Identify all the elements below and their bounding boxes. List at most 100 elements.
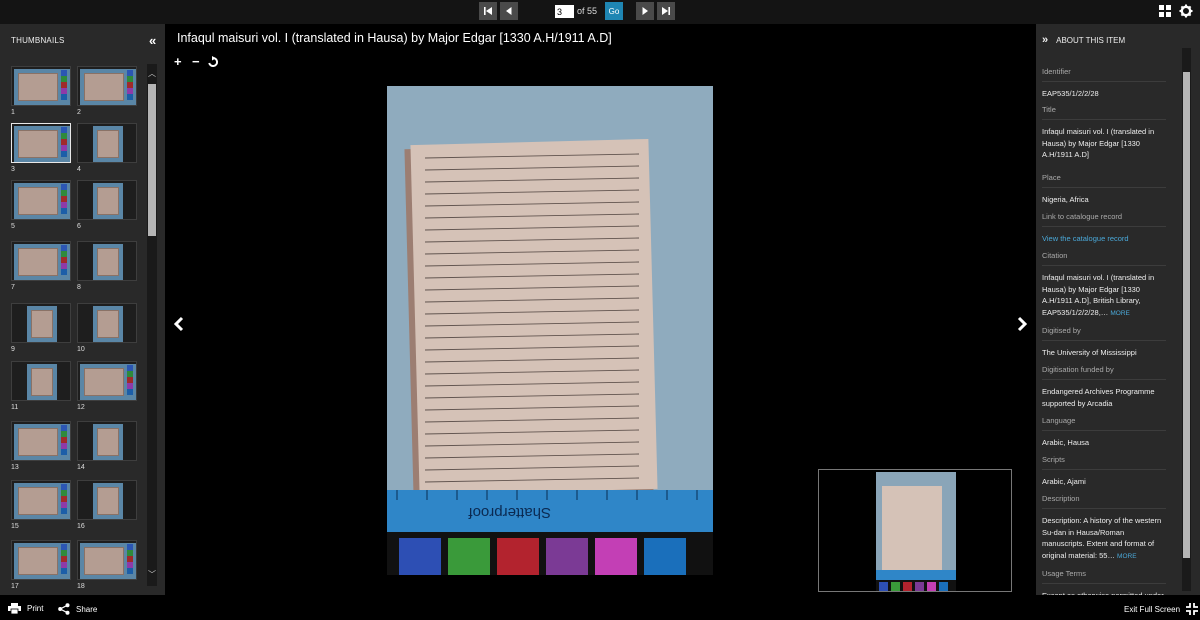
field-value-text: Nigeria, Africa bbox=[1042, 195, 1089, 204]
field-label: Title bbox=[1042, 105, 1166, 120]
thumbnail-number: 13 bbox=[11, 464, 19, 471]
share-label: Share bbox=[76, 604, 98, 614]
about-field: Citation Infaqul maisuri vol. I (translat… bbox=[1042, 251, 1166, 319]
field-value-text: The University of Mississippi bbox=[1042, 348, 1137, 357]
thumbnail-page bbox=[18, 428, 58, 456]
image-overview-navigator[interactable] bbox=[818, 469, 1012, 592]
thumbnail-page bbox=[31, 310, 53, 338]
thumbnail-15[interactable] bbox=[11, 480, 71, 520]
about-field: Title Infaqul maisuri vol. I (translated … bbox=[1042, 105, 1166, 161]
zoom-out-button[interactable]: − bbox=[192, 54, 200, 69]
more-link[interactable]: MORE bbox=[1110, 310, 1130, 317]
thumbnail-7[interactable] bbox=[11, 241, 71, 281]
thumbnail-page bbox=[31, 368, 53, 396]
color-card bbox=[61, 484, 67, 514]
about-field: Description Description: A history of the… bbox=[1042, 494, 1166, 562]
thumbnail-11[interactable] bbox=[11, 361, 71, 401]
thumbnail-number: 18 bbox=[77, 583, 85, 590]
print-button[interactable]: Print bbox=[8, 603, 43, 614]
thumbnail-number: 17 bbox=[11, 583, 19, 590]
thumbnail-page bbox=[97, 487, 119, 515]
exit-fullscreen-button[interactable]: Exit Full Screen bbox=[1124, 603, 1199, 615]
thumbnail-page bbox=[18, 187, 58, 215]
share-icon bbox=[58, 603, 70, 615]
thumbnail-2[interactable] bbox=[77, 66, 137, 106]
scroll-up-icon[interactable]: ︿ bbox=[148, 68, 156, 79]
thumbnail-page bbox=[84, 547, 124, 575]
share-button[interactable]: Share bbox=[58, 603, 97, 615]
printer-icon bbox=[8, 603, 21, 614]
thumbnail-number: 2 bbox=[77, 109, 81, 116]
next-page-button[interactable] bbox=[636, 2, 654, 20]
thumbnails-panel: THUMBNAILS « 1 2 3 4 5 6 7 8 9 10 11 12 13 14 15 16 17 18… bbox=[0, 24, 165, 595]
thumbnail-page bbox=[97, 130, 119, 158]
about-field: Usage TermsExcept as otherwise permitted… bbox=[1042, 569, 1166, 595]
thumbnail-page bbox=[97, 248, 119, 276]
field-label: Link to catalogue record bbox=[1042, 212, 1166, 227]
expand-about-icon[interactable]: » bbox=[1042, 34, 1048, 46]
about-field: Link to catalogue record View the catalog… bbox=[1042, 212, 1166, 245]
thumbnail-14[interactable] bbox=[77, 421, 137, 461]
field-label: Language bbox=[1042, 416, 1166, 431]
field-value-text: Endangered Archives Programme supported … bbox=[1042, 387, 1155, 408]
scroll-down-icon[interactable]: ﹀ bbox=[148, 569, 156, 580]
field-label: Digitised by bbox=[1042, 326, 1166, 341]
go-button[interactable]: Go bbox=[605, 2, 623, 20]
field-value: Nigeria, Africa bbox=[1042, 188, 1166, 206]
page-number-input[interactable] bbox=[555, 5, 574, 18]
thumbnail-17[interactable] bbox=[11, 540, 71, 580]
thumbnail-12[interactable] bbox=[77, 361, 137, 401]
overview-thumbnail bbox=[876, 472, 956, 591]
thumbnail-9[interactable] bbox=[11, 303, 71, 343]
first-page-button[interactable] bbox=[479, 2, 497, 20]
catalogue-record-link[interactable]: View the catalogue record bbox=[1042, 227, 1166, 245]
field-value: Endangered Archives Programme supported … bbox=[1042, 380, 1166, 409]
prev-page-button[interactable] bbox=[500, 2, 518, 20]
thumbnail-number: 6 bbox=[77, 223, 81, 230]
field-value-text: EAP535/1/2/2/28 bbox=[1042, 89, 1099, 98]
more-link[interactable]: MORE bbox=[1117, 553, 1137, 560]
rotate-icon[interactable] bbox=[207, 56, 219, 68]
thumbnail-5[interactable] bbox=[11, 180, 71, 220]
last-page-button[interactable] bbox=[657, 2, 675, 20]
thumbnails-scrollbar-thumb[interactable] bbox=[148, 84, 156, 236]
field-value: Infaqul maisuri vol. I (translated in Ha… bbox=[1042, 266, 1166, 319]
thumbnail-4[interactable] bbox=[77, 123, 137, 163]
thumbnail-page bbox=[18, 487, 58, 515]
thumbnail-1[interactable] bbox=[11, 66, 71, 106]
field-label: Scripts bbox=[1042, 455, 1166, 470]
thumbnail-8[interactable] bbox=[77, 241, 137, 281]
color-card bbox=[61, 245, 67, 275]
manuscript-image[interactable]: Shatterproof bbox=[387, 86, 713, 575]
thumbnail-page bbox=[18, 73, 58, 101]
next-image-arrow-icon[interactable] bbox=[1016, 316, 1028, 332]
about-field: Language Arabic, Hausa bbox=[1042, 416, 1166, 449]
settings-icon[interactable] bbox=[1179, 4, 1193, 18]
thumbnail-number: 16 bbox=[77, 523, 85, 530]
thumbnail-number: 4 bbox=[77, 166, 81, 173]
top-toolbar: of 55 Go bbox=[0, 0, 1200, 24]
field-label: Description bbox=[1042, 494, 1166, 509]
thumbnail-10[interactable] bbox=[77, 303, 137, 343]
thumbnail-number: 10 bbox=[77, 346, 85, 353]
gallery-icon[interactable] bbox=[1158, 4, 1172, 18]
thumbnail-18[interactable] bbox=[77, 540, 137, 580]
thumbnail-16[interactable] bbox=[77, 480, 137, 520]
thumbnail-13[interactable] bbox=[11, 421, 71, 461]
thumbnail-page bbox=[97, 428, 119, 456]
collapse-thumbnails-icon[interactable]: « bbox=[149, 33, 156, 48]
field-value-text: View the catalogue record bbox=[1042, 234, 1129, 243]
thumbnail-number: 5 bbox=[11, 223, 15, 230]
bottom-bar: Print Share Exit Full Screen bbox=[0, 595, 1200, 620]
about-panel: » ABOUT THIS ITEM Identifier EAP535/1/2/2… bbox=[1036, 24, 1200, 595]
thumbnail-page bbox=[18, 248, 58, 276]
previous-image-arrow-icon[interactable] bbox=[173, 316, 185, 332]
zoom-in-button[interactable]: + bbox=[174, 54, 182, 69]
thumbnail-page bbox=[97, 187, 119, 215]
thumbnail-6[interactable] bbox=[77, 180, 137, 220]
thumbnail-3[interactable] bbox=[11, 123, 71, 163]
color-card bbox=[127, 544, 133, 574]
field-label: Citation bbox=[1042, 251, 1166, 266]
about-scrollbar-thumb[interactable] bbox=[1183, 72, 1190, 558]
about-header[interactable]: » ABOUT THIS ITEM bbox=[1042, 34, 1125, 46]
